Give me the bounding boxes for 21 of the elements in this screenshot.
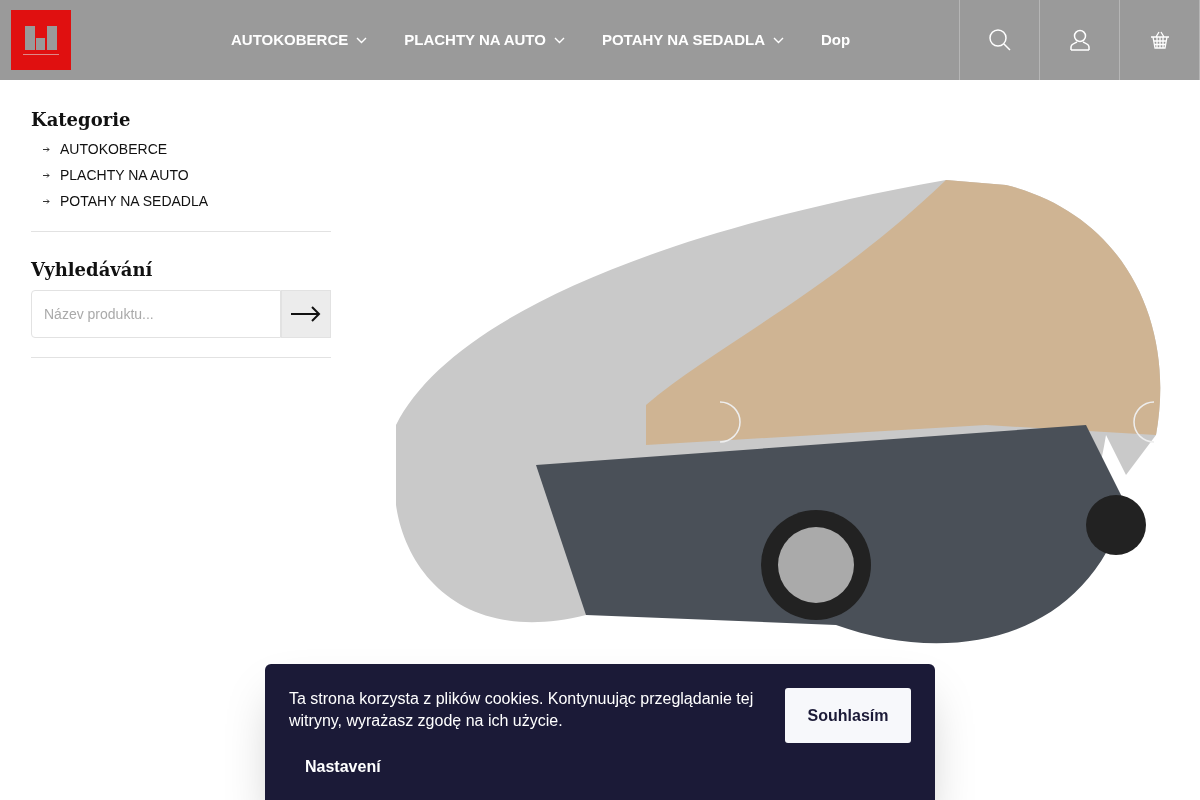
product-search-field[interactable]: Název produktu... [31, 290, 281, 338]
arrow-right-icon [291, 306, 321, 322]
category-link[interactable]: AUTOKOBERCE [60, 138, 168, 160]
user-icon [1069, 29, 1090, 51]
bullet-arrow-icon [43, 172, 50, 178]
bullet-arrow-icon [43, 146, 50, 152]
categories-heading: Kategorie [31, 108, 132, 132]
search-heading: Vyhledávání [31, 258, 154, 282]
chevron-down-icon [553, 36, 565, 44]
cookie-message: Ta strona korzysta z plików cookies. Kontynuując przeglądanie tej witryny, wyrażasz zgodę na ich użycie. [289, 689, 755, 731]
settings-button[interactable]: Nastavení [305, 755, 381, 779]
bullet-arrow-icon [43, 198, 50, 204]
chevron-down-icon [356, 36, 368, 44]
basket-icon [1149, 31, 1170, 49]
category-link[interactable]: PLACHTY NA AUTO [60, 164, 189, 186]
search-submit-button[interactable] [281, 290, 331, 338]
chevron-down-icon [773, 36, 784, 44]
logo-icon[interactable] [11, 10, 71, 70]
search-icon [988, 29, 1011, 51]
category-link[interactable]: POTAHY NA SEDADLA [60, 190, 209, 212]
accept-button[interactable]: Souhlasím [785, 688, 911, 743]
